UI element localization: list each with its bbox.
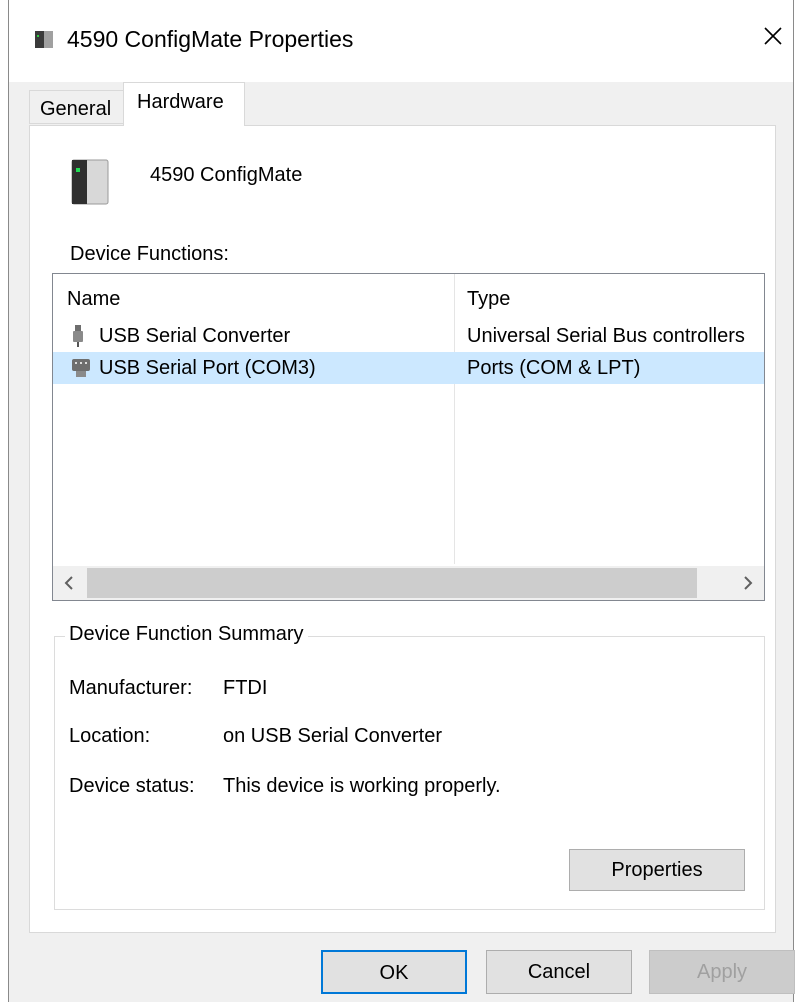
row-name: USB Serial Converter <box>99 325 291 347</box>
device-functions-label: Device Functions: <box>70 243 229 265</box>
row-type: Universal Serial Bus controllers <box>467 325 745 347</box>
status-label: Device status: <box>69 775 195 797</box>
summary-title: Device Function Summary <box>65 623 308 646</box>
title-bar: 4590 ConfigMate Properties <box>9 0 793 82</box>
status-value: This device is working properly. <box>223 775 501 797</box>
location-value: on USB Serial Converter <box>223 725 442 747</box>
manufacturer-value: FTDI <box>223 677 268 699</box>
device-function-summary: Device Function Summary Manufacturer: FT… <box>54 623 765 910</box>
device-name: 4590 ConfigMate <box>150 164 303 186</box>
window-title: 4590 ConfigMate Properties <box>67 26 354 52</box>
row-name: USB Serial Port (COM3) <box>99 357 316 379</box>
device-title-icon <box>33 28 57 55</box>
cancel-button[interactable]: Cancel <box>486 950 632 994</box>
ok-button[interactable]: OK <box>321 950 467 994</box>
close-icon <box>764 27 782 45</box>
close-button[interactable] <box>753 14 793 60</box>
scroll-right-button[interactable] <box>730 566 764 600</box>
tab-general[interactable]: General <box>29 90 125 124</box>
properties-dialog: 4590 ConfigMate Properties General Hardw… <box>8 0 795 1002</box>
list-row-usb-serial-port[interactable]: USB Serial Port (COM3) Ports (COM & LPT) <box>53 352 764 384</box>
apply-button[interactable]: Apply <box>649 950 795 994</box>
usb-connector-icon <box>69 324 87 353</box>
location-label: Location: <box>69 725 151 747</box>
device-icon <box>68 156 112 213</box>
column-header-type[interactable]: Type <box>467 288 510 311</box>
serial-port-icon <box>69 356 93 385</box>
list-row-usb-serial-converter[interactable]: USB Serial Converter Universal Serial Bu… <box>53 320 764 352</box>
tab-hardware[interactable]: Hardware <box>123 82 245 126</box>
device-functions-list[interactable]: Name Type USB Serial Converter Universal… <box>52 273 765 601</box>
hardware-tab-panel: 4590 ConfigMate Device Functions: Name T… <box>29 125 776 933</box>
manufacturer-label: Manufacturer: <box>69 677 193 699</box>
column-separator[interactable] <box>454 274 455 564</box>
scroll-left-button[interactable] <box>53 566 87 600</box>
properties-button[interactable]: Properties <box>569 849 745 891</box>
horizontal-scrollbar[interactable] <box>53 566 764 600</box>
row-type: Ports (COM & LPT) <box>467 357 641 379</box>
column-header-name[interactable]: Name <box>67 288 120 311</box>
scroll-thumb[interactable] <box>87 568 697 598</box>
chevron-right-icon <box>744 576 753 590</box>
chevron-left-icon <box>64 576 73 590</box>
